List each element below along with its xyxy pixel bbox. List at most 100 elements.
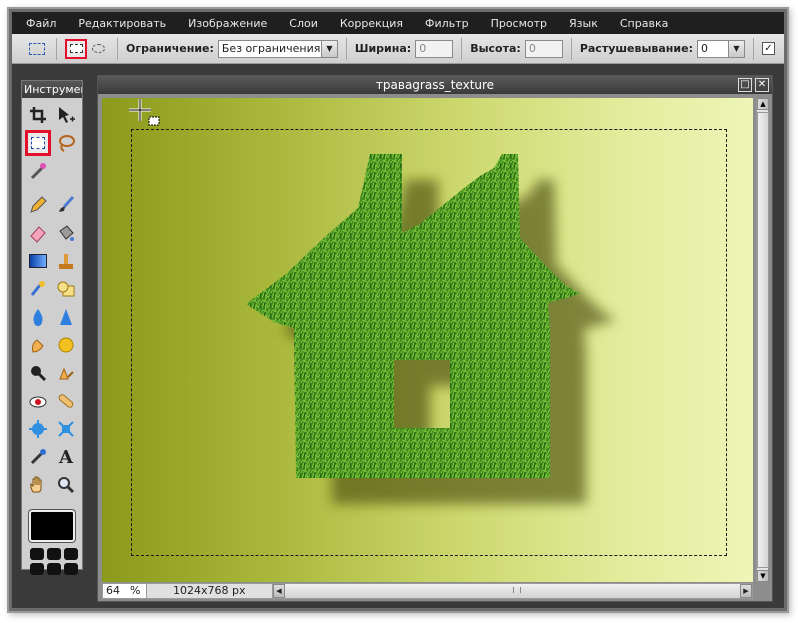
constraint-select[interactable]: Без ограничения ▼ (217, 39, 338, 58)
horizontal-scrollbar[interactable] (285, 584, 740, 598)
burn-tool[interactable] (53, 360, 79, 386)
sponge-tool[interactable] (53, 332, 79, 358)
scroll-down-icon[interactable]: ▼ (757, 570, 769, 582)
divider (570, 37, 572, 60)
red-eye-tool[interactable] (25, 388, 51, 414)
shape-icon (57, 281, 75, 297)
menu-view[interactable]: Просмотр (491, 17, 547, 30)
divider (345, 37, 347, 60)
menu-file[interactable]: Файл (26, 17, 56, 30)
zoom-icon (58, 477, 75, 494)
feather-value: 0 (700, 42, 708, 55)
preset-swatch[interactable] (30, 563, 44, 575)
shape-tool[interactable] (53, 276, 79, 302)
chevron-down-icon: ▼ (727, 40, 744, 57)
zoom-unit: % (130, 584, 141, 597)
blur-tool[interactable] (25, 304, 51, 330)
ellipse-mode-button[interactable] (87, 39, 109, 59)
crop-icon (30, 107, 46, 123)
pinch-icon (58, 421, 74, 437)
pinch-tool[interactable] (53, 416, 79, 442)
marquee-icon (31, 137, 45, 149)
red-eye-icon (29, 396, 47, 408)
paint-bucket-tool[interactable] (53, 220, 79, 246)
preset-swatch[interactable] (64, 548, 78, 560)
smudge-tool[interactable] (25, 332, 51, 358)
zoom-value: 64 (106, 584, 120, 597)
status-bar: 64 % 1024x768 px ◀ ▶ (102, 583, 753, 599)
spot-heal-icon (58, 394, 74, 408)
bloat-tool[interactable] (25, 416, 51, 442)
preset-swatch[interactable] (30, 548, 44, 560)
vertical-scrollbar[interactable]: ▲ ▼ (756, 98, 769, 582)
menu-image[interactable]: Изображение (188, 17, 267, 30)
bloat-icon (29, 420, 47, 438)
maximize-icon[interactable]: □ (738, 78, 752, 92)
scroll-right-icon[interactable]: ▶ (740, 584, 752, 598)
preset-swatch[interactable] (47, 548, 61, 560)
stamp-tool[interactable] (53, 248, 79, 274)
options-bar: Ограничение: Без ограничения ▼ Ширина: 0… (12, 34, 784, 64)
menu-bar: Файл Редактировать Изображение Слои Корр… (12, 12, 784, 34)
stamp-icon (59, 254, 73, 269)
menu-adjustments[interactable]: Коррекция (340, 17, 403, 30)
brush-icon (59, 195, 75, 212)
tools-panel-title: Инструменты (22, 81, 82, 98)
color-replace-tool[interactable] (25, 276, 51, 302)
close-icon[interactable]: ✕ (755, 78, 769, 92)
dodge-tool[interactable] (25, 360, 51, 386)
zoom-tool[interactable] (53, 472, 79, 498)
image-canvas[interactable] (102, 98, 753, 582)
pencil-tool[interactable] (25, 192, 51, 218)
pencil-icon (30, 196, 47, 213)
magic-wand-tool[interactable] (25, 158, 51, 184)
divider (461, 37, 463, 60)
width-label: Ширина: (354, 42, 412, 55)
sharpen-tool[interactable] (53, 304, 79, 330)
document-title-bar[interactable]: травagrass_texture □ ✕ (98, 76, 772, 94)
color-picker-tool[interactable] (25, 444, 51, 470)
crop-tool[interactable] (25, 102, 51, 128)
height-field[interactable]: 0 (524, 39, 563, 58)
feather-label: Растушевывание: (579, 42, 693, 55)
sponge-icon (58, 337, 74, 353)
marquee-tool-icon (26, 39, 48, 59)
preset-swatch[interactable] (64, 563, 78, 575)
zoom-field[interactable]: 64 % (103, 584, 147, 598)
width-field[interactable]: 0 (415, 39, 454, 58)
menu-language[interactable]: Язык (569, 17, 598, 30)
lasso-tool[interactable] (53, 130, 79, 156)
menu-edit[interactable]: Редактировать (78, 17, 166, 30)
foreground-color-swatch[interactable] (28, 509, 76, 543)
hand-tool[interactable] (25, 472, 51, 498)
brush-tool[interactable] (53, 192, 79, 218)
scroll-up-icon[interactable]: ▲ (757, 98, 769, 110)
feather-select[interactable]: 0 ▼ (696, 39, 745, 58)
document-title: травagrass_texture (375, 78, 495, 92)
text-tool[interactable]: A (53, 444, 79, 470)
chevron-down-icon: ▼ (320, 40, 337, 57)
gradient-tool[interactable] (25, 248, 51, 274)
blur-icon (33, 309, 43, 326)
burn-icon (59, 367, 74, 380)
sharpen-icon (60, 309, 72, 325)
constraint-label: Ограничение: (126, 42, 214, 55)
eraser-tool[interactable] (25, 220, 51, 246)
scroll-left-icon[interactable]: ◀ (273, 584, 285, 598)
move-tool[interactable] (53, 102, 79, 128)
text-icon: A (59, 446, 73, 468)
menu-help[interactable]: Справка (620, 17, 668, 30)
magic-wand-icon (30, 163, 46, 180)
dodge-icon (31, 366, 47, 382)
paint-bucket-icon (59, 225, 74, 241)
antialias-checkbox[interactable]: ✓ (761, 42, 775, 55)
preset-swatch[interactable] (47, 563, 61, 575)
tools-panel: Инструменты (21, 80, 83, 575)
menu-filter[interactable]: Фильтр (425, 17, 469, 30)
rect-mode-button[interactable] (65, 38, 87, 59)
spot-heal-tool[interactable] (53, 388, 79, 414)
menu-layers[interactable]: Слои (289, 17, 318, 30)
scroll-thumb[interactable] (757, 112, 769, 568)
constraint-value: Без ограничения (221, 42, 321, 55)
marquee-tool[interactable] (25, 130, 51, 156)
